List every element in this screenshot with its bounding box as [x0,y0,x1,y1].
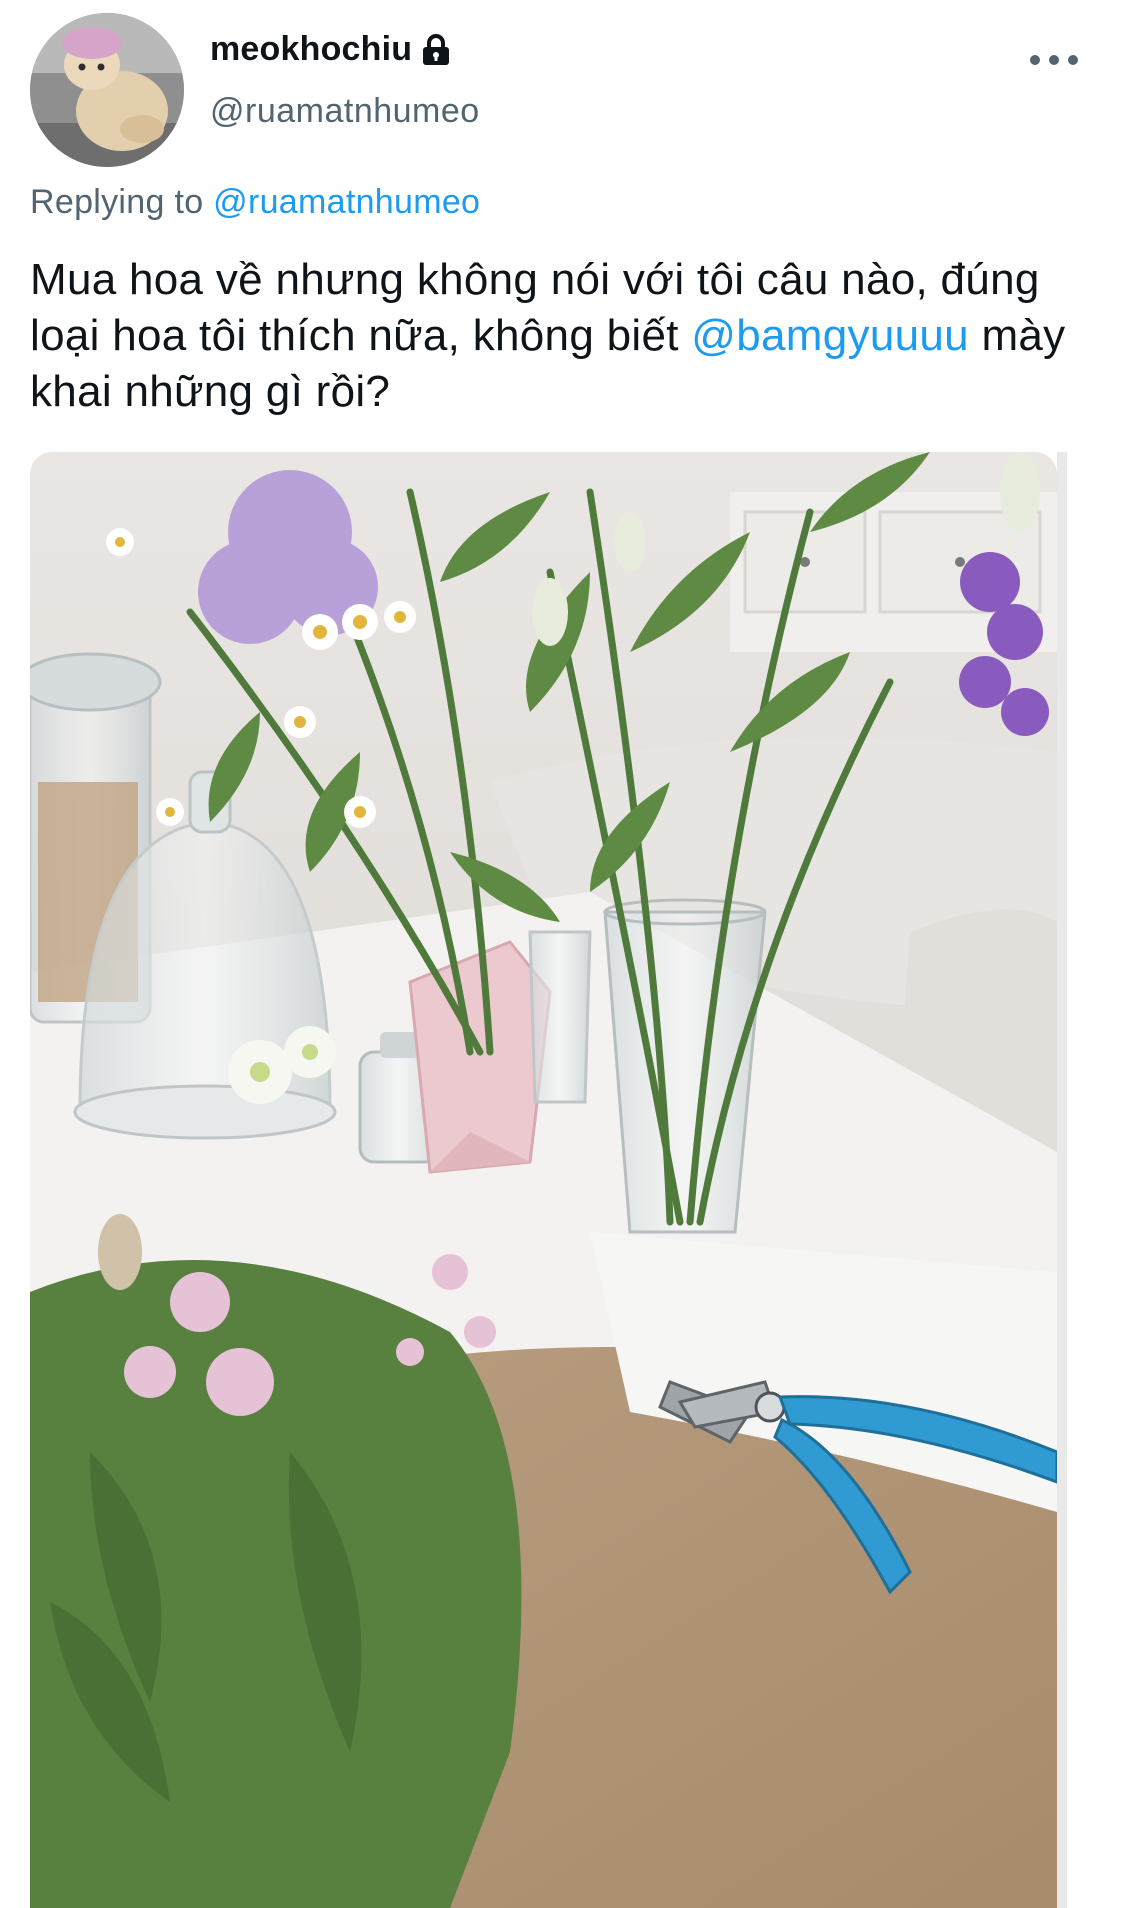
more-horizontal-icon-dot [1068,55,1078,65]
display-name-text: meokhochiu [210,30,413,68]
flowers-photo [30,452,1057,1908]
tweet-photo[interactable] [30,452,1057,1908]
scroll-edge [1057,452,1067,1908]
replying-to-label: Replying to [30,183,204,221]
avatar[interactable] [30,13,184,167]
more-options-button[interactable] [1030,44,1078,76]
mention-link[interactable]: @bamgyuuuu [691,311,969,360]
tweet-text: Mua hoa về nhưng không nói với tôi câu n… [30,252,1090,420]
avatar-image [30,13,184,167]
display-name[interactable]: meokhochiu [210,30,450,69]
handle[interactable]: @ruamatnhumeo [210,92,480,131]
reply-to-mention-link[interactable]: @ruamatnhumeo [213,183,480,221]
more-horizontal-icon-dot [1049,55,1059,65]
lock-icon [423,33,450,65]
more-horizontal-icon [1030,55,1040,65]
replying-to: Replying to @ruamatnhumeo [30,183,480,222]
